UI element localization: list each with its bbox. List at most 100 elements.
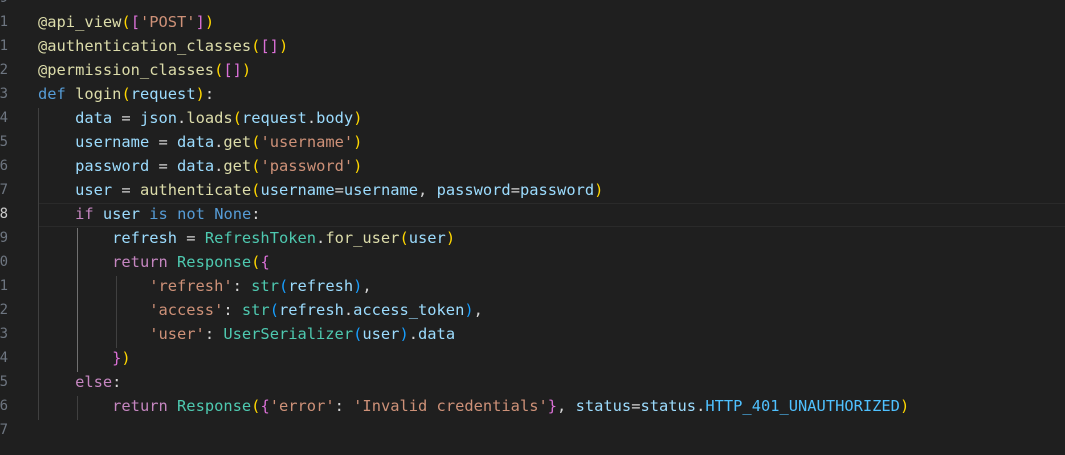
code-token: Response bbox=[177, 397, 252, 415]
line-number: 1 bbox=[0, 278, 8, 294]
code-token: json bbox=[139, 109, 178, 127]
line-number: 5 bbox=[0, 134, 8, 150]
code-token: login bbox=[75, 85, 122, 103]
code-token: status bbox=[640, 397, 697, 415]
code-token: . bbox=[408, 325, 419, 343]
code-token: not bbox=[177, 205, 205, 223]
code-line[interactable]: if user is not None: bbox=[38, 202, 261, 226]
code-token: ) bbox=[121, 349, 131, 367]
code-token: 'access' bbox=[149, 301, 224, 319]
code-line[interactable]: @permission_classes([]) bbox=[38, 58, 251, 82]
line-number: 9 bbox=[0, 0, 8, 10]
code-line[interactable]: return Response({'error': 'Invalid crede… bbox=[38, 394, 909, 418]
code-line[interactable]: 'access': str(refresh.access_token), bbox=[38, 298, 483, 322]
code-token: data bbox=[177, 133, 215, 151]
code-token: : bbox=[112, 373, 122, 391]
code-token: @permission_classes bbox=[38, 61, 215, 79]
code-token: ( bbox=[353, 325, 363, 343]
code-token: refresh bbox=[278, 301, 344, 319]
line-number: 0 bbox=[0, 254, 8, 270]
code-token: : bbox=[334, 397, 354, 415]
code-token: password bbox=[436, 181, 511, 199]
line-number: 9 bbox=[0, 230, 8, 246]
code-line[interactable]: refresh = RefreshToken.for_user(user) bbox=[38, 226, 455, 250]
code-token: is bbox=[149, 205, 168, 223]
code-token: Response bbox=[177, 253, 252, 271]
code-token: UserSerializer bbox=[223, 325, 354, 343]
code-line[interactable]: @api_view(['POST']) bbox=[38, 10, 214, 34]
code-token: . bbox=[177, 109, 187, 127]
code-token: , bbox=[473, 301, 483, 319]
line-number: 7 bbox=[0, 182, 8, 198]
code-token: ] bbox=[195, 13, 205, 31]
line-number: 2 bbox=[0, 302, 8, 318]
code-token: [] bbox=[260, 37, 279, 55]
code-token: ( bbox=[251, 37, 261, 55]
code-token: : bbox=[204, 325, 224, 343]
code-token: ( bbox=[121, 85, 131, 103]
code-token: 'refresh' bbox=[149, 277, 233, 295]
code-token: 'Invalid credentials' bbox=[353, 397, 548, 415]
code-token: ( bbox=[269, 301, 279, 319]
code-token: . bbox=[343, 301, 354, 319]
code-token: user bbox=[408, 229, 446, 247]
line-number: 2 bbox=[0, 62, 8, 78]
code-line[interactable]: 'user': UserSerializer(user).data bbox=[38, 322, 455, 346]
code-token: 'username' bbox=[260, 133, 354, 151]
code-token: @api_view bbox=[38, 13, 122, 31]
line-number: 1 bbox=[0, 14, 8, 30]
code-token: { bbox=[260, 397, 270, 415]
code-editor[interactable]: 9112345678901234567 @api_view(['POST'])@… bbox=[0, 0, 1065, 455]
code-token: ( bbox=[399, 229, 409, 247]
code-line[interactable]: username = data.get('username') bbox=[38, 130, 362, 154]
code-token: if bbox=[75, 205, 94, 223]
code-line[interactable]: def login(request): bbox=[38, 82, 214, 106]
code-token: password bbox=[519, 181, 595, 199]
code-line[interactable]: user = authenticate(username=username, p… bbox=[38, 178, 603, 202]
code-token: user bbox=[362, 325, 400, 343]
code-token: user bbox=[75, 181, 113, 199]
code-token: ) bbox=[204, 13, 215, 31]
code-token: 'error' bbox=[269, 397, 335, 415]
code-token: username bbox=[75, 133, 150, 151]
code-token: get bbox=[223, 133, 252, 151]
code-line[interactable]: else: bbox=[38, 370, 121, 394]
code-token: : bbox=[251, 205, 261, 223]
code-token: ) bbox=[445, 229, 456, 247]
code-line[interactable]: return Response({ bbox=[38, 250, 270, 274]
code-token: data bbox=[418, 325, 456, 343]
code-line[interactable]: }) bbox=[38, 346, 131, 370]
code-token: get bbox=[223, 157, 252, 175]
code-token: request bbox=[130, 85, 196, 103]
code-token: , bbox=[362, 277, 372, 295]
code-token: 'password' bbox=[260, 157, 354, 175]
code-token: None bbox=[214, 205, 252, 223]
code-token: loads bbox=[186, 109, 233, 127]
code-line[interactable]: 'refresh': str(refresh), bbox=[38, 274, 372, 298]
code-token: ) bbox=[353, 109, 363, 127]
code-token: RefreshToken bbox=[204, 229, 317, 247]
code-token: = bbox=[149, 157, 178, 175]
code-line[interactable]: password = data.get('password') bbox=[38, 154, 362, 178]
code-token: user bbox=[102, 205, 140, 223]
code-token: ) bbox=[195, 85, 205, 103]
code-line[interactable]: data = json.loads(request.body) bbox=[38, 106, 362, 130]
code-token: ) bbox=[464, 301, 474, 319]
line-number: 6 bbox=[0, 158, 8, 174]
code-token: = bbox=[112, 109, 140, 127]
code-token: ( bbox=[278, 277, 289, 295]
code-token: str bbox=[241, 301, 270, 319]
code-token: { bbox=[260, 253, 270, 271]
code-line[interactable]: @authentication_classes([]) bbox=[38, 34, 288, 58]
code-token: password bbox=[75, 157, 150, 175]
